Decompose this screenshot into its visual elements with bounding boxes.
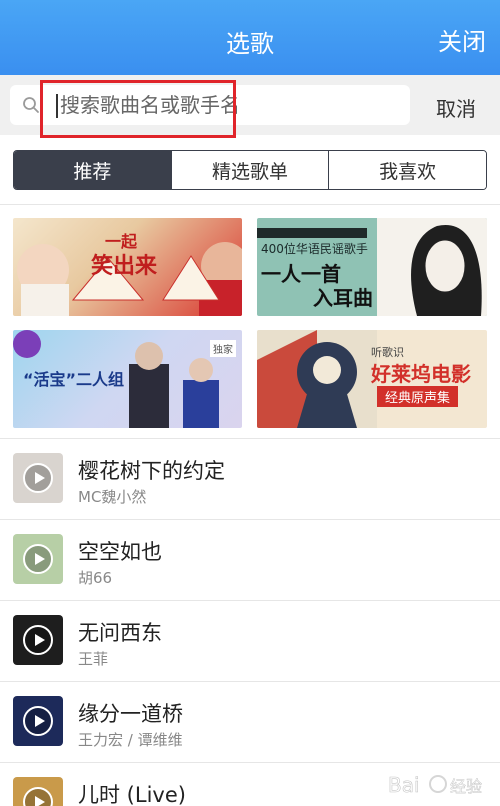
- tab-playlists[interactable]: 精选歌单: [170, 151, 329, 189]
- song-artist: 王菲: [78, 650, 109, 668]
- tab-bar: 推荐 精选歌单 我喜欢: [13, 150, 487, 190]
- play-icon[interactable]: [23, 544, 53, 574]
- baidu-watermark-logo: Bai 经验: [388, 773, 483, 798]
- tab-favorites[interactable]: 我喜欢: [328, 151, 486, 189]
- play-icon[interactable]: [23, 625, 53, 655]
- search-box[interactable]: [10, 85, 410, 125]
- song-artist: 胡66: [78, 569, 113, 587]
- song-title: 樱花树下的约定: [78, 459, 225, 483]
- play-icon[interactable]: [23, 463, 53, 493]
- album-cover: [13, 696, 63, 746]
- banner-line: 400位华语民谣歌手: [261, 242, 368, 256]
- song-title: 无问西东: [78, 621, 162, 645]
- banner-comedy[interactable]: 一起 笑出来: [13, 218, 242, 316]
- banner-movie[interactable]: 听歌识 好莱坞电影 经典原声集: [257, 330, 487, 428]
- play-icon[interactable]: [23, 787, 53, 806]
- banner-line: 好莱坞电影: [371, 362, 471, 386]
- banner-folk[interactable]: 400位华语民谣歌手 一人一首 入耳曲: [257, 218, 487, 316]
- song-title: 缘分一道桥: [78, 702, 183, 726]
- banner-line: 入耳曲: [313, 286, 373, 310]
- svg-text:Bai: Bai: [388, 773, 420, 797]
- banner-duo[interactable]: 独家 “活宝”二人组: [13, 330, 242, 428]
- song-title: 空空如也: [78, 540, 162, 564]
- song-artist: 王力宏 / 谭维维: [78, 731, 183, 749]
- svg-text:经验: 经验: [450, 777, 482, 796]
- search-icon: [23, 97, 39, 113]
- exclusive-badge: 独家: [210, 340, 236, 357]
- album-cover: [13, 453, 63, 503]
- song-row[interactable]: 无问西东 王菲: [0, 601, 500, 682]
- album-cover: [13, 534, 63, 584]
- text-cursor: [56, 94, 58, 118]
- banner-line: 经典原声集: [377, 386, 459, 407]
- page-title: 选歌: [226, 30, 274, 58]
- song-artist: MC魏小然: [78, 488, 147, 506]
- song-row[interactable]: 缘分一道桥 王力宏 / 谭维维: [0, 682, 500, 763]
- cancel-button[interactable]: 取消: [420, 93, 492, 122]
- tab-recommend[interactable]: 推荐: [14, 151, 171, 189]
- song-row[interactable]: 空空如也 胡66: [0, 520, 500, 601]
- album-cover: [13, 777, 63, 806]
- banner-line: 笑出来: [91, 254, 158, 279]
- divider: [0, 204, 500, 205]
- banner-line: “活宝”二人组: [23, 370, 125, 389]
- close-button[interactable]: 关闭: [438, 22, 486, 57]
- search-input[interactable]: [60, 89, 400, 121]
- song-title: 儿时 (Live): [78, 783, 186, 806]
- play-icon[interactable]: [23, 706, 53, 736]
- album-cover: [13, 615, 63, 665]
- song-row[interactable]: 樱花树下的约定 MC魏小然: [0, 439, 500, 520]
- top-bar: 选歌 关闭: [0, 0, 500, 75]
